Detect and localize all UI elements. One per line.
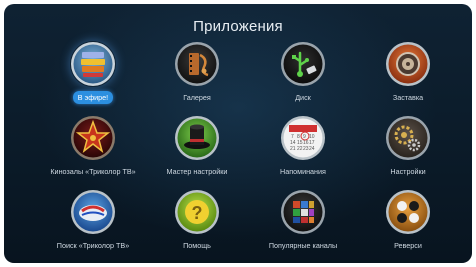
svg-text:?: ? [192, 203, 203, 223]
app-label: Популярные каналы [268, 241, 338, 250]
app-label: Реверси [394, 241, 422, 250]
svg-text:21: 21 [290, 146, 296, 152]
calendar-reminder-icon: 7 8 9 10 14 15 16 17 21 22 23 24 [280, 115, 326, 161]
reversi-game-icon [385, 189, 431, 235]
app-label: Настройки [390, 167, 426, 176]
app-label: В эфире! [72, 91, 114, 104]
on-air-tv-icon [70, 41, 116, 87]
app-label: Напоминания [280, 167, 326, 176]
app-tile-disk[interactable]: Диск [248, 41, 358, 107]
setup-wizard-hat-icon [174, 115, 220, 161]
app-label: Мастер настройки [166, 167, 228, 176]
app-label: Поиск «Триколор ТВ» [56, 241, 130, 250]
popular-channels-cube-icon [280, 189, 326, 235]
gallery-film-icon [174, 41, 220, 87]
app-label: Галерея [183, 93, 211, 102]
settings-gears-icon [385, 115, 431, 161]
app-label: Помощь [183, 241, 211, 250]
app-tile-cinema[interactable]: Кинозалы «Триколор ТВ» [38, 115, 148, 181]
svg-text:22: 22 [297, 146, 303, 152]
app-tile-screensaver[interactable]: Заставка [353, 41, 463, 107]
usb-disk-icon [280, 41, 326, 87]
app-label: Заставка [392, 93, 424, 102]
svg-text:23: 23 [303, 146, 309, 152]
app-tile-setup-wizard[interactable]: Мастер настройки [142, 115, 252, 181]
apps-grid: В эфире! Галерея Диск Заставка Кинозалы … [4, 4, 472, 263]
app-tile-help[interactable]: ? Помощь [142, 189, 252, 255]
app-tile-reminders[interactable]: 7 8 9 10 14 15 16 17 21 22 23 24 Напоминания [248, 115, 358, 181]
svg-text:24: 24 [309, 146, 315, 152]
apps-screen: Приложения В эфире! Галерея Диск Заставк… [4, 4, 472, 263]
app-tile-gallery[interactable]: Галерея [142, 41, 252, 107]
app-tile-popular-channels[interactable]: Популярные каналы [248, 189, 358, 255]
app-tile-on-air[interactable]: В эфире! [38, 41, 148, 107]
app-label: Диск [295, 93, 311, 102]
tricolor-search-icon [70, 189, 116, 235]
app-tile-reversi[interactable]: Реверси [353, 189, 463, 255]
app-label: Кинозалы «Триколор ТВ» [50, 167, 136, 176]
cinema-star-icon [70, 115, 116, 161]
help-question-icon: ? [174, 189, 220, 235]
screensaver-icon [385, 41, 431, 87]
app-tile-settings[interactable]: Настройки [353, 115, 463, 181]
app-tile-tricolor-search[interactable]: Поиск «Триколор ТВ» [38, 189, 148, 255]
